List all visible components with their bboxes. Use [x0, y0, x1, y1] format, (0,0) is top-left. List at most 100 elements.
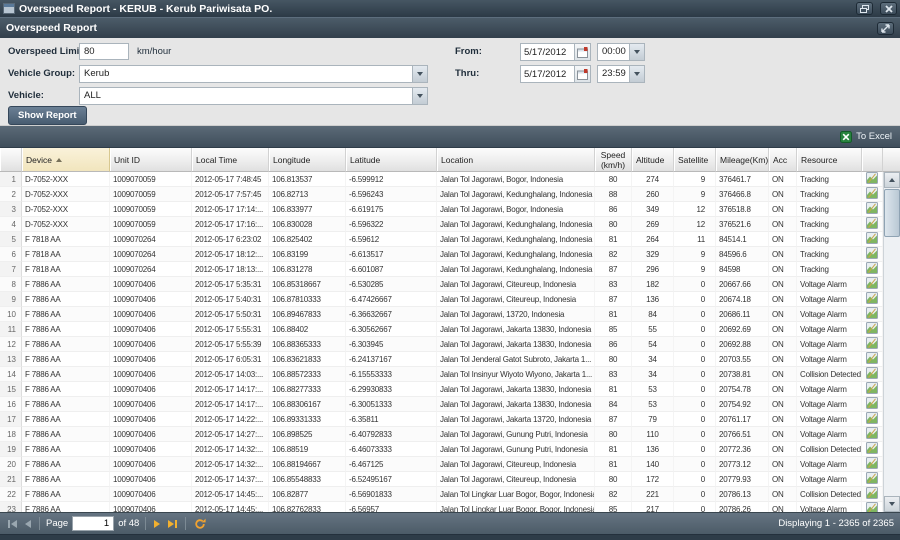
- thru-time-select[interactable]: 23:59: [597, 65, 645, 83]
- map-report-icon[interactable]: [866, 322, 878, 334]
- col-header-speed[interactable]: Speed(km/h): [595, 148, 632, 172]
- map-report-icon[interactable]: [866, 487, 878, 499]
- close-button[interactable]: [880, 2, 897, 15]
- thru-date-field[interactable]: [520, 65, 591, 83]
- table-row[interactable]: 17 F 7886 AA 1009070406 2012-05-17 14:22…: [0, 412, 883, 427]
- map-report-icon[interactable]: [866, 352, 878, 364]
- from-time-select[interactable]: 00:00: [597, 43, 645, 61]
- vehicle-dropdown-trigger[interactable]: [412, 88, 427, 104]
- next-page-button[interactable]: [152, 520, 162, 528]
- vehicle-group-dropdown-trigger[interactable]: [412, 66, 427, 82]
- resource-cell: Tracking: [797, 262, 862, 277]
- map-report-icon[interactable]: [866, 442, 878, 454]
- triangle-up-icon: [889, 178, 895, 182]
- map-report-icon[interactable]: [866, 202, 878, 214]
- from-time-dropdown-trigger[interactable]: [629, 44, 644, 60]
- thru-time-dropdown-trigger[interactable]: [629, 66, 644, 82]
- from-calendar-trigger[interactable]: [574, 44, 590, 60]
- restore-button[interactable]: [856, 2, 873, 15]
- table-row[interactable]: 6 F 7818 AA 1009070264 2012-05-17 18:12:…: [0, 247, 883, 262]
- col-header-longitude[interactable]: Longitude: [269, 148, 346, 172]
- table-row[interactable]: 18 F 7886 AA 1009070406 2012-05-17 14:27…: [0, 427, 883, 442]
- to-excel-button[interactable]: To Excel: [840, 131, 892, 143]
- table-row[interactable]: 4 D-7052-XXX 1009070059 2012-05-17 17:16…: [0, 217, 883, 232]
- map-report-icon[interactable]: [866, 382, 878, 394]
- table-row[interactable]: 7 F 7818 AA 1009070264 2012-05-17 18:13:…: [0, 262, 883, 277]
- map-report-icon[interactable]: [866, 277, 878, 289]
- col-header-altitude[interactable]: Altitude: [632, 148, 674, 172]
- table-row[interactable]: 14 F 7886 AA 1009070406 2012-05-17 14:03…: [0, 367, 883, 382]
- table-row[interactable]: 15 F 7886 AA 1009070406 2012-05-17 14:17…: [0, 382, 883, 397]
- col-header-resource[interactable]: Resource: [797, 148, 862, 172]
- table-row[interactable]: 2 D-7052-XXX 1009070059 2012-05-17 7:57:…: [0, 187, 883, 202]
- overspeed-limit-input[interactable]: [79, 43, 129, 60]
- col-header-latitude[interactable]: Latitude: [346, 148, 437, 172]
- from-date-field[interactable]: [520, 43, 591, 61]
- table-row[interactable]: 8 F 7886 AA 1009070406 2012-05-17 5:35:3…: [0, 277, 883, 292]
- thru-calendar-trigger[interactable]: [574, 66, 590, 82]
- vehicle-select[interactable]: ALL: [79, 87, 428, 105]
- table-row[interactable]: 1 D-7052-XXX 1009070059 2012-05-17 7:48:…: [0, 172, 883, 187]
- map-report-icon[interactable]: [866, 337, 878, 349]
- map-report-icon[interactable]: [866, 262, 878, 274]
- table-row[interactable]: 11 F 7886 AA 1009070406 2012-05-17 5:55:…: [0, 322, 883, 337]
- altitude-cell: 172: [632, 472, 674, 487]
- row-number-cell: 1: [0, 172, 22, 187]
- refresh-button[interactable]: [192, 518, 208, 530]
- map-report-icon[interactable]: [866, 502, 878, 512]
- table-row[interactable]: 9 F 7886 AA 1009070406 2012-05-17 5:40:3…: [0, 292, 883, 307]
- map-report-icon[interactable]: [866, 187, 878, 199]
- pagination-bar: Page of 48 Displaying 1 - 2365 of 2365: [0, 512, 900, 534]
- table-row[interactable]: 5 F 7818 AA 1009070264 2012-05-17 6:23:0…: [0, 232, 883, 247]
- table-row[interactable]: 16 F 7886 AA 1009070406 2012-05-17 14:17…: [0, 397, 883, 412]
- map-report-icon[interactable]: [866, 367, 878, 379]
- table-row[interactable]: 12 F 7886 AA 1009070406 2012-05-17 5:55:…: [0, 337, 883, 352]
- table-row[interactable]: 13 F 7886 AA 1009070406 2012-05-17 6:05:…: [0, 352, 883, 367]
- table-row[interactable]: 10 F 7886 AA 1009070406 2012-05-17 5:50:…: [0, 307, 883, 322]
- prev-page-button[interactable]: [23, 520, 33, 528]
- col-header-local-time[interactable]: Local Time: [192, 148, 269, 172]
- table-row[interactable]: 21 F 7886 AA 1009070406 2012-05-17 14:37…: [0, 472, 883, 487]
- scroll-up-button[interactable]: [884, 172, 900, 188]
- map-report-icon[interactable]: [866, 427, 878, 439]
- col-header-device[interactable]: Device: [22, 148, 110, 172]
- map-report-icon[interactable]: [866, 292, 878, 304]
- col-header-satellite[interactable]: Satellite: [674, 148, 716, 172]
- vehicle-group-select[interactable]: Kerub: [79, 65, 428, 83]
- report-filter-form: Overspeed Limit: km/hour Vehicle Group: …: [0, 38, 900, 126]
- map-report-icon[interactable]: [866, 247, 878, 259]
- table-row[interactable]: 19 F 7886 AA 1009070406 2012-05-17 14:32…: [0, 442, 883, 457]
- restore-icon: [860, 5, 869, 13]
- map-report-icon[interactable]: [866, 172, 878, 184]
- resource-cell: Tracking: [797, 172, 862, 187]
- vertical-scrollbar[interactable]: [883, 172, 900, 512]
- show-report-button[interactable]: Show Report: [8, 106, 87, 125]
- from-date-input[interactable]: [521, 44, 574, 60]
- col-header-unit-id[interactable]: Unit ID: [110, 148, 192, 172]
- col-header-mileage[interactable]: Mileage(Km): [716, 148, 769, 172]
- map-report-icon[interactable]: [866, 457, 878, 469]
- table-row[interactable]: 22 F 7886 AA 1009070406 2012-05-17 14:45…: [0, 487, 883, 502]
- satellite-cell: 0: [674, 322, 716, 337]
- map-report-icon[interactable]: [866, 472, 878, 484]
- window-titlebar[interactable]: Overspeed Report - KERUB - Kerub Pariwis…: [0, 0, 900, 17]
- page-input[interactable]: [72, 516, 114, 531]
- map-report-icon[interactable]: [866, 232, 878, 244]
- table-row[interactable]: 23 F 7886 AA 1009070406 2012-05-17 14:45…: [0, 502, 883, 512]
- map-report-icon[interactable]: [866, 307, 878, 319]
- resource-cell: Voltage Alarm: [797, 502, 862, 512]
- map-report-icon[interactable]: [866, 412, 878, 424]
- thru-date-input[interactable]: [521, 66, 574, 82]
- map-report-icon[interactable]: [866, 217, 878, 229]
- map-report-icon[interactable]: [866, 397, 878, 409]
- first-page-button[interactable]: [6, 520, 19, 528]
- table-row[interactable]: 3 D-7052-XXX 1009070059 2012-05-17 17:14…: [0, 202, 883, 217]
- scroll-down-button[interactable]: [884, 496, 900, 512]
- scrollbar-thumb[interactable]: [884, 189, 900, 237]
- col-header-acc[interactable]: Acc: [769, 148, 797, 172]
- expand-panel-button[interactable]: [877, 22, 894, 35]
- col-header-location[interactable]: Location: [437, 148, 595, 172]
- last-page-button[interactable]: [166, 520, 179, 528]
- table-row[interactable]: 20 F 7886 AA 1009070406 2012-05-17 14:32…: [0, 457, 883, 472]
- altitude-cell: 53: [632, 382, 674, 397]
